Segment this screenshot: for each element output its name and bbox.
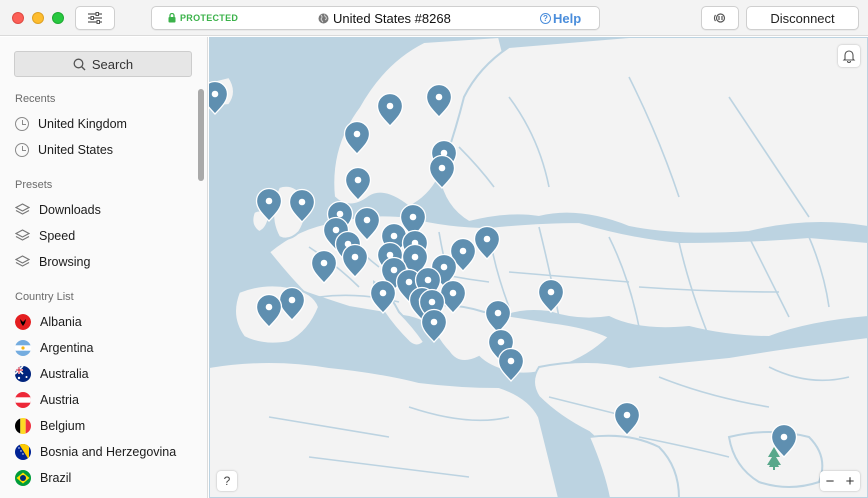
current-server: United States #8268 — [318, 11, 451, 26]
country-item-label: Australia — [40, 367, 89, 381]
country-item-brazil[interactable]: Brazil — [15, 467, 200, 489]
server-pins — [209, 80, 798, 458]
country-item-albania[interactable]: Albania — [15, 311, 200, 333]
server-pin[interactable] — [497, 347, 525, 382]
title-bar: PROTECTED United States #8268 ? Help Dis… — [0, 0, 868, 36]
flag-austria-icon — [15, 392, 31, 408]
recent-item-united-kingdom[interactable]: United Kingdom — [15, 113, 200, 135]
server-pin[interactable] — [484, 299, 512, 334]
flag-albania-icon — [15, 314, 31, 330]
server-pin[interactable] — [473, 225, 501, 260]
disconnect-button[interactable]: Disconnect — [746, 6, 859, 30]
country-item-belgium[interactable]: Belgium — [15, 415, 200, 437]
question-icon: ? — [540, 13, 551, 24]
clock-icon — [15, 143, 29, 157]
layers-icon — [15, 229, 30, 241]
server-pin[interactable] — [255, 187, 283, 222]
zoom-in-button[interactable]: + — [840, 471, 860, 491]
notifications-button[interactable] — [838, 45, 860, 67]
server-pin[interactable] — [425, 83, 453, 118]
flag-brazil-icon — [15, 470, 31, 486]
preset-item-browsing[interactable]: Browsing — [15, 251, 200, 273]
preset-item-downloads[interactable]: Downloads — [15, 199, 200, 221]
sidebar-scrollbar[interactable] — [198, 89, 204, 181]
server-pin[interactable] — [288, 188, 316, 223]
sidebar: Search Recents United Kingdom United Sta… — [0, 37, 208, 498]
server-pin[interactable] — [428, 154, 456, 189]
server-pin[interactable] — [353, 206, 381, 241]
server-pin[interactable] — [369, 279, 397, 314]
preset-item-speed[interactable]: Speed — [15, 225, 200, 247]
flag-belgium-icon — [15, 418, 31, 434]
country-item-label: Belgium — [40, 419, 86, 433]
search-button[interactable]: Search — [14, 51, 192, 77]
country-item-label: Austria — [40, 393, 79, 407]
help-label: Help — [553, 11, 582, 26]
recents-heading: Recents — [15, 93, 56, 105]
cybersec-button[interactable] — [701, 6, 739, 30]
flag-argentina-icon — [15, 340, 31, 356]
country-item-label: Argentina — [40, 341, 94, 355]
country-item-bosnia-and-herzegovina[interactable]: Bosnia and Herzegovina — [15, 441, 200, 463]
layers-icon — [15, 203, 30, 215]
server-pin[interactable] — [376, 92, 404, 127]
preset-item-label: Downloads — [39, 203, 101, 217]
globe-icon — [318, 13, 329, 24]
server-name-label: United States #8268 — [333, 11, 451, 26]
lock-icon — [168, 13, 176, 23]
flag-bosnia-icon — [15, 444, 31, 460]
protected-status: PROTECTED — [168, 13, 238, 23]
server-pin[interactable] — [439, 279, 467, 314]
help-link[interactable]: ? Help — [540, 11, 581, 26]
close-window-button[interactable] — [12, 12, 24, 24]
search-label: Search — [91, 56, 134, 72]
server-pin[interactable] — [310, 249, 338, 284]
country-item-australia[interactable]: Australia — [15, 363, 200, 385]
country-item-label: Bosnia and Herzegovina — [40, 445, 177, 459]
server-pin[interactable] — [209, 80, 229, 115]
zoom-controls: − + — [820, 471, 860, 491]
layers-icon — [15, 255, 30, 267]
country-list-heading: Country List — [15, 291, 74, 303]
preset-item-label: Speed — [39, 229, 76, 243]
shield-icon — [713, 13, 726, 23]
country-item-label: Brazil — [40, 471, 72, 485]
minimize-window-button[interactable] — [32, 12, 44, 24]
preset-item-label: Browsing — [39, 255, 91, 269]
search-icon — [73, 58, 86, 70]
server-pin[interactable] — [278, 286, 306, 321]
sliders-icon — [88, 12, 102, 24]
map-help-button[interactable]: ? — [217, 471, 237, 491]
recent-item-united-states[interactable]: United States — [15, 139, 200, 161]
country-item-label: Albania — [40, 315, 82, 329]
recent-item-label: United States — [38, 143, 114, 157]
clock-icon — [15, 117, 29, 131]
recent-item-label: United Kingdom — [38, 117, 127, 131]
connection-status-bar: PROTECTED United States #8268 ? Help — [151, 6, 600, 30]
server-pin[interactable] — [537, 278, 565, 313]
server-pin[interactable] — [613, 401, 641, 436]
country-item-argentina[interactable]: Argentina — [15, 337, 200, 359]
server-pin[interactable] — [255, 293, 283, 328]
presets-heading: Presets — [15, 179, 53, 191]
flag-australia-icon — [15, 366, 31, 382]
protected-label: PROTECTED — [180, 13, 239, 23]
server-pin[interactable] — [341, 243, 369, 278]
server-pin[interactable] — [343, 120, 371, 155]
server-pin[interactable] — [770, 423, 798, 458]
bell-icon — [842, 50, 856, 63]
zoom-out-button[interactable]: − — [820, 471, 840, 491]
world-map[interactable]: ? − + — [209, 37, 868, 498]
server-pin[interactable] — [420, 308, 448, 343]
settings-button[interactable] — [75, 6, 115, 30]
maximize-window-button[interactable] — [52, 12, 64, 24]
country-item-austria[interactable]: Austria — [15, 389, 200, 411]
server-pin[interactable] — [344, 166, 372, 201]
